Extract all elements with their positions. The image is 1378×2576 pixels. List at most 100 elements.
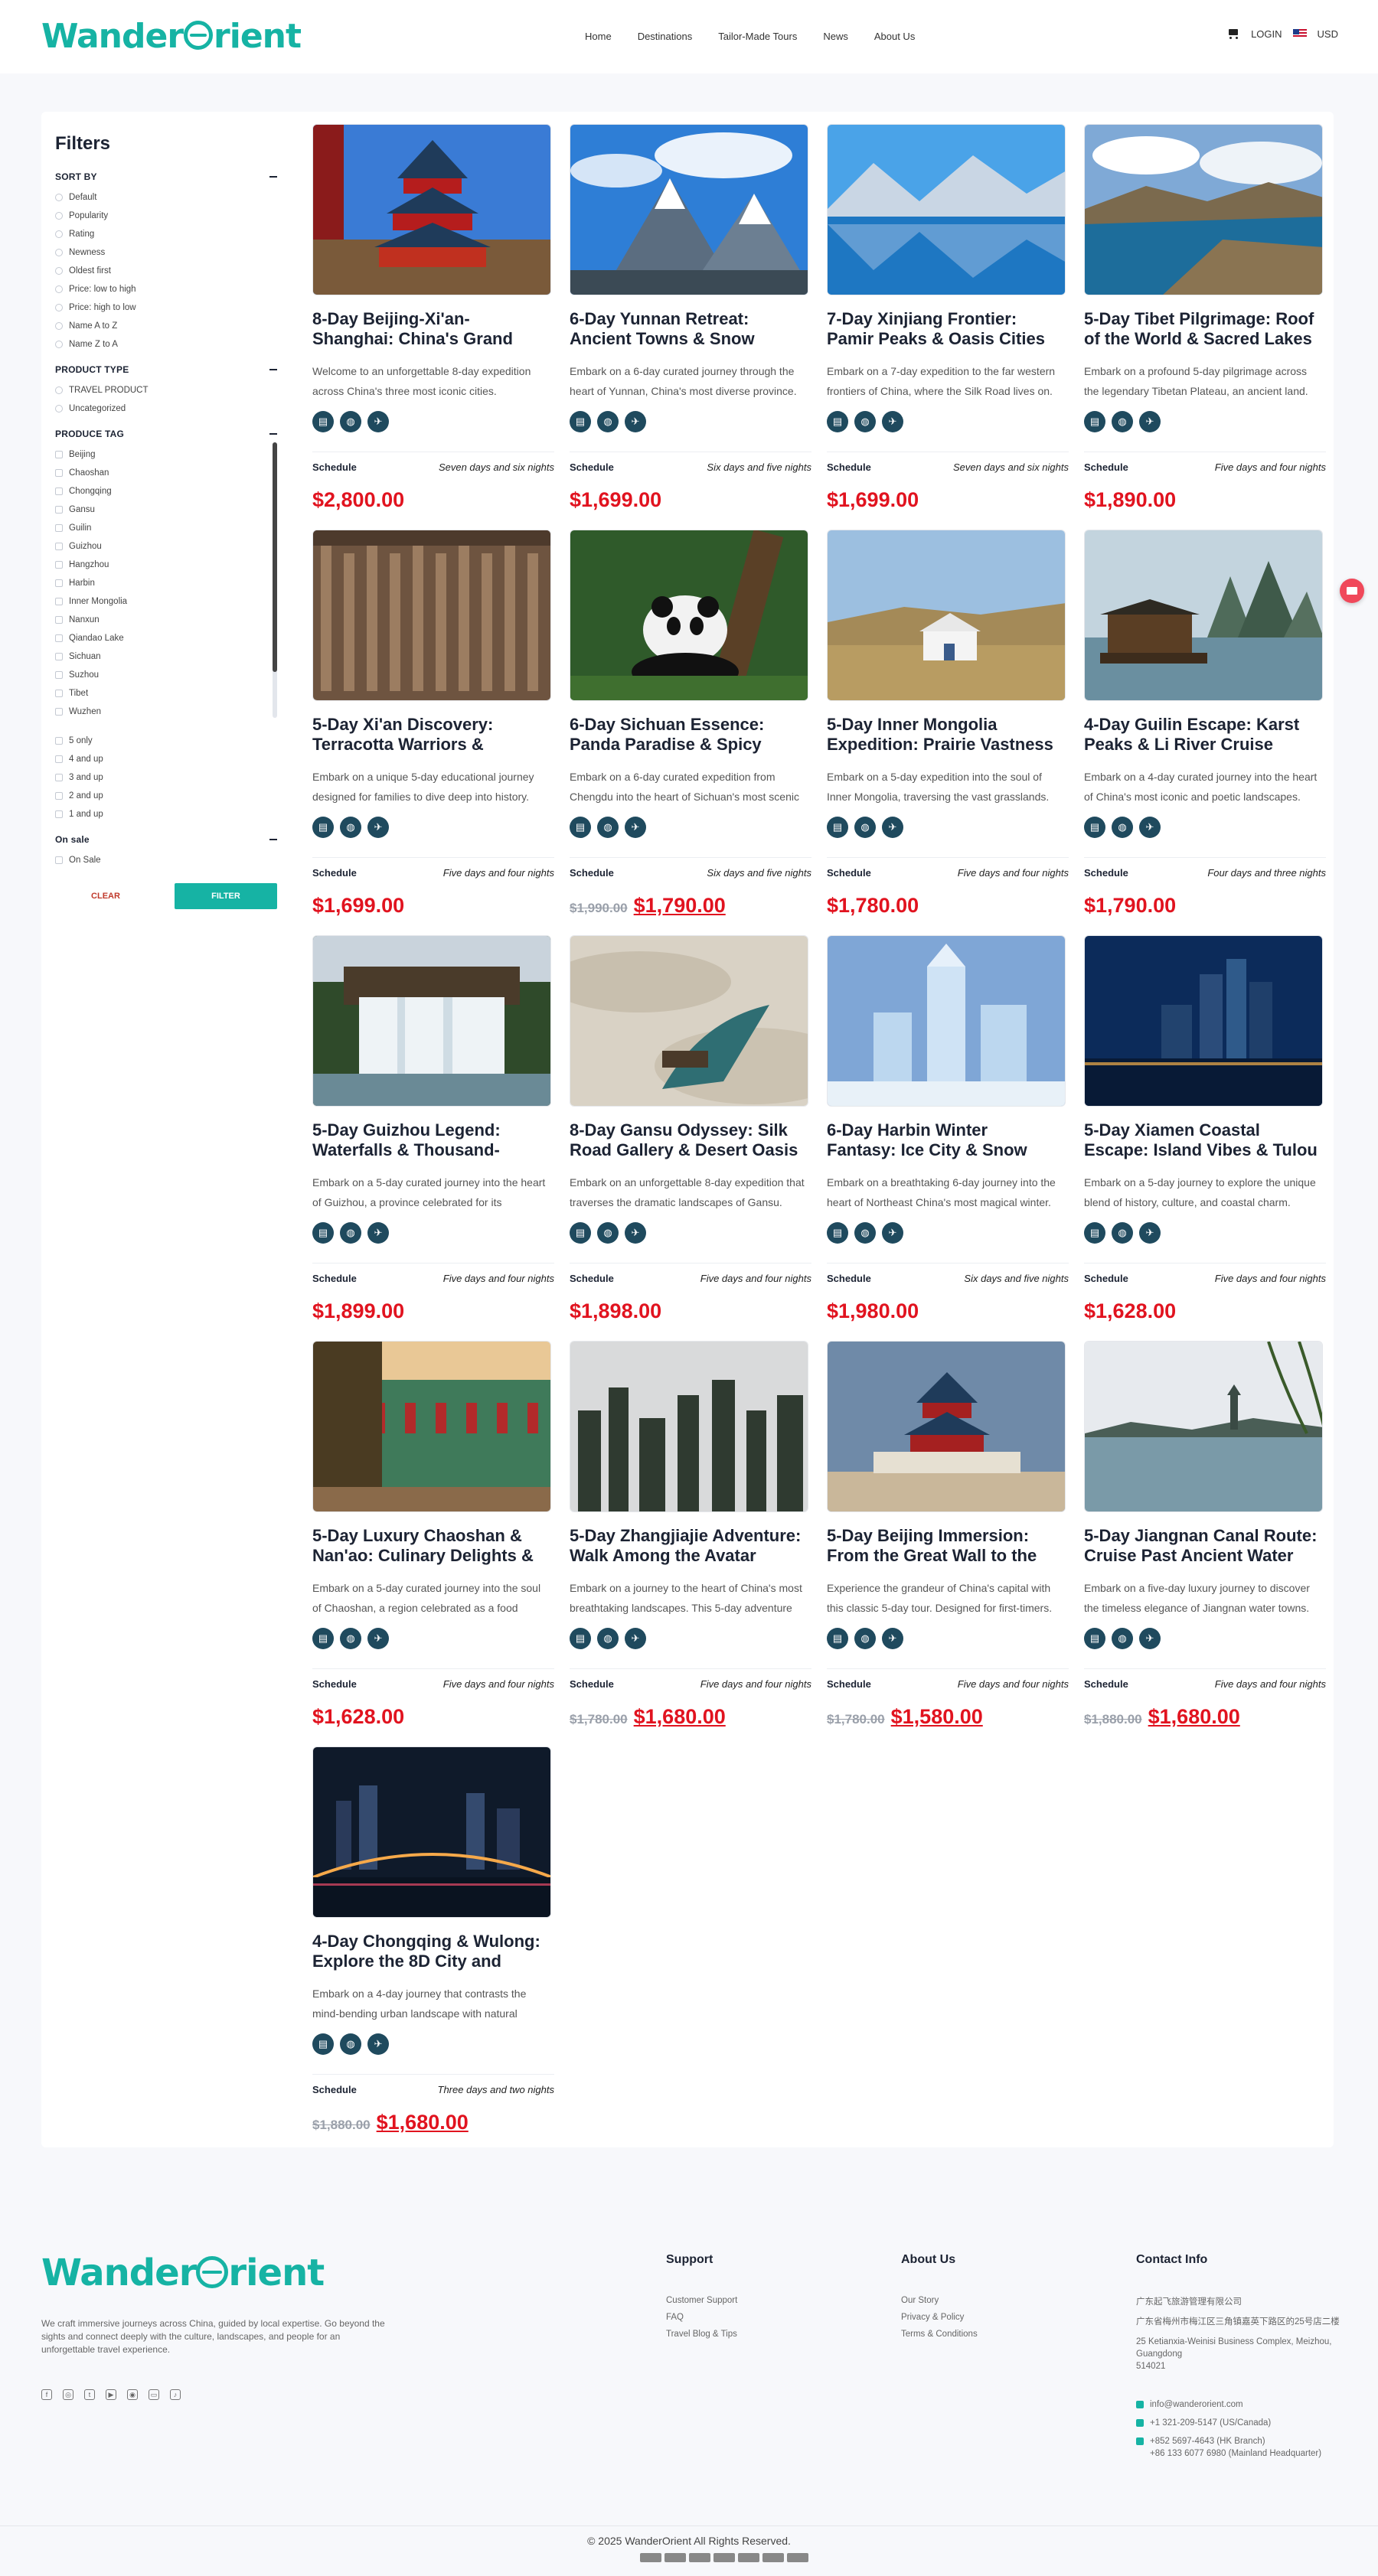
- product-image[interactable]: [312, 1746, 551, 1918]
- filter-option[interactable]: Price: high to low: [55, 298, 277, 317]
- facebook-icon[interactable]: f: [41, 2389, 52, 2400]
- us-flag-icon[interactable]: [1292, 29, 1307, 38]
- travel-blog-link[interactable]: Travel Blog & Tips: [666, 2330, 737, 2339]
- product-image[interactable]: [1084, 530, 1323, 701]
- product-title[interactable]: 5-Day Xi'an Discovery: Terracotta Warrio…: [312, 715, 547, 755]
- radio-button[interactable]: [55, 230, 63, 238]
- radio-button[interactable]: [55, 341, 63, 348]
- product-title[interactable]: 5-Day Tibet Pilgrimage: Roof of the Worl…: [1084, 309, 1318, 349]
- product-card[interactable]: 4-Day Guilin Escape: Karst Peaks & Li Ri…: [1084, 530, 1329, 928]
- product-type-heading[interactable]: PRODUCT TYPE: [55, 364, 277, 375]
- product-image[interactable]: [312, 1341, 551, 1512]
- product-title[interactable]: 5-Day Guizhou Legend: Waterfalls & Thous…: [312, 1120, 547, 1160]
- product-image[interactable]: [570, 1341, 808, 1512]
- checkbox[interactable]: [55, 653, 63, 660]
- radio-button[interactable]: [55, 267, 63, 275]
- filter-option[interactable]: Hangzhou: [55, 556, 277, 574]
- product-card[interactable]: 7-Day Xinjiang Frontier: Pamir Peaks & O…: [827, 124, 1072, 522]
- filter-option[interactable]: Guizhou: [55, 537, 277, 556]
- filter-option[interactable]: Default: [55, 188, 277, 207]
- collapse-icon[interactable]: [269, 176, 277, 178]
- product-title[interactable]: 5-Day Inner Mongolia Expedition: Prairie…: [827, 715, 1061, 755]
- checkbox[interactable]: [55, 579, 63, 587]
- filter-option[interactable]: Tibet: [55, 684, 277, 703]
- product-card[interactable]: 5-Day Tibet Pilgrimage: Roof of the Worl…: [1084, 124, 1329, 522]
- nav-news[interactable]: News: [823, 31, 848, 42]
- collapse-icon[interactable]: [269, 839, 277, 840]
- login-link[interactable]: LOGIN: [1251, 28, 1282, 40]
- customer-support-link[interactable]: Customer Support: [666, 2296, 737, 2305]
- on-sale-heading[interactable]: On sale: [55, 834, 277, 845]
- product-card[interactable]: 5-Day Xiamen Coastal Escape: Island Vibe…: [1084, 935, 1329, 1333]
- phone-hk-line[interactable]: +852 5697-4643 (HK Branch) +86 133 6077 6…: [1136, 2435, 1343, 2460]
- radio-button[interactable]: [55, 322, 63, 330]
- youtube-icon[interactable]: ▶: [106, 2389, 116, 2400]
- radio-button[interactable]: [55, 249, 63, 256]
- cart-icon[interactable]: [1226, 28, 1240, 40]
- product-image[interactable]: [312, 530, 551, 701]
- filter-option[interactable]: Oldest first: [55, 262, 277, 280]
- message-icon[interactable]: ▭: [149, 2389, 159, 2400]
- product-card[interactable]: 6-Day Sichuan Essence: Panda Paradise & …: [570, 530, 815, 928]
- product-card[interactable]: 5-Day Inner Mongolia Expedition: Prairie…: [827, 530, 1072, 928]
- product-image[interactable]: [312, 124, 551, 295]
- product-title[interactable]: 8-Day Beijing-Xi'an-Shanghai: China's Gr…: [312, 309, 547, 349]
- product-image[interactable]: [827, 935, 1066, 1107]
- product-card[interactable]: 8-Day Beijing-Xi'an-Shanghai: China's Gr…: [312, 124, 557, 522]
- checkbox[interactable]: [55, 487, 63, 495]
- filter-option[interactable]: Newness: [55, 243, 277, 262]
- collapse-icon[interactable]: [269, 369, 277, 370]
- filter-option[interactable]: Inner Mongolia: [55, 592, 277, 611]
- filter-option[interactable]: Rating: [55, 225, 277, 243]
- product-image[interactable]: [570, 530, 808, 701]
- checkbox[interactable]: [55, 792, 63, 800]
- twitter-icon[interactable]: t: [84, 2389, 95, 2400]
- instagram-icon[interactable]: ◎: [63, 2389, 73, 2400]
- currency-selector[interactable]: USD: [1318, 28, 1338, 40]
- product-image[interactable]: [1084, 1341, 1323, 1512]
- product-title[interactable]: 6-Day Yunnan Retreat: Ancient Towns & Sn…: [570, 309, 804, 349]
- checkbox[interactable]: [55, 561, 63, 569]
- product-card[interactable]: 6-Day Harbin Winter Fantasy: Ice City & …: [827, 935, 1072, 1333]
- radio-button[interactable]: [55, 405, 63, 412]
- product-card[interactable]: 5-Day Zhangjiajie Adventure: Walk Among …: [570, 1341, 815, 1739]
- radio-button[interactable]: [55, 212, 63, 220]
- product-title[interactable]: 5-Day Luxury Chaoshan & Nan'ao: Culinary…: [312, 1526, 547, 1566]
- filter-option[interactable]: Uncategorized: [55, 399, 277, 418]
- checkbox[interactable]: [55, 774, 63, 781]
- product-image[interactable]: [827, 1341, 1066, 1512]
- checkbox[interactable]: [55, 451, 63, 458]
- product-title[interactable]: 8-Day Gansu Odyssey: Silk Road Gallery &…: [570, 1120, 804, 1160]
- product-image[interactable]: [570, 935, 808, 1107]
- filter-option[interactable]: 3 and up: [55, 768, 277, 787]
- filter-option[interactable]: Popularity: [55, 207, 277, 225]
- produce-tag-heading[interactable]: PRODUCE TAG: [55, 429, 277, 439]
- radio-button[interactable]: [55, 285, 63, 293]
- checkbox[interactable]: [55, 810, 63, 818]
- filter-option[interactable]: 4 and up: [55, 750, 277, 768]
- product-title[interactable]: 5-Day Beijing Immersion: From the Great …: [827, 1526, 1061, 1566]
- checkbox[interactable]: [55, 856, 63, 864]
- on-sale-option[interactable]: On Sale: [55, 851, 277, 869]
- terms-link[interactable]: Terms & Conditions: [901, 2330, 978, 2339]
- privacy-link[interactable]: Privacy & Policy: [901, 2313, 978, 2322]
- checkbox[interactable]: [55, 469, 63, 477]
- product-title[interactable]: 5-Day Xiamen Coastal Escape: Island Vibe…: [1084, 1120, 1318, 1160]
- filter-option[interactable]: Wuzhen: [55, 703, 277, 721]
- product-title[interactable]: 5-Day Zhangjiajie Adventure: Walk Among …: [570, 1526, 804, 1566]
- product-image[interactable]: [312, 935, 551, 1107]
- product-title[interactable]: 6-Day Harbin Winter Fantasy: Ice City & …: [827, 1120, 1061, 1160]
- mail-icon[interactable]: [1340, 579, 1364, 603]
- product-card[interactable]: 4-Day Chongqing & Wulong: Explore the 8D…: [312, 1746, 557, 2144]
- product-card[interactable]: 5-Day Beijing Immersion: From the Great …: [827, 1341, 1072, 1739]
- product-card[interactable]: 5-Day Luxury Chaoshan & Nan'ao: Culinary…: [312, 1341, 557, 1739]
- product-image[interactable]: [1084, 124, 1323, 295]
- product-title[interactable]: 4-Day Chongqing & Wulong: Explore the 8D…: [312, 1932, 547, 1971]
- product-image[interactable]: [1084, 935, 1323, 1107]
- nav-about-us[interactable]: About Us: [874, 31, 915, 42]
- checkbox[interactable]: [55, 755, 63, 763]
- product-card[interactable]: 8-Day Gansu Odyssey: Silk Road Gallery &…: [570, 935, 815, 1333]
- filter-option[interactable]: Name Z to A: [55, 335, 277, 354]
- tiktok-icon[interactable]: ♪: [170, 2389, 181, 2400]
- product-title[interactable]: 7-Day Xinjiang Frontier: Pamir Peaks & O…: [827, 309, 1061, 349]
